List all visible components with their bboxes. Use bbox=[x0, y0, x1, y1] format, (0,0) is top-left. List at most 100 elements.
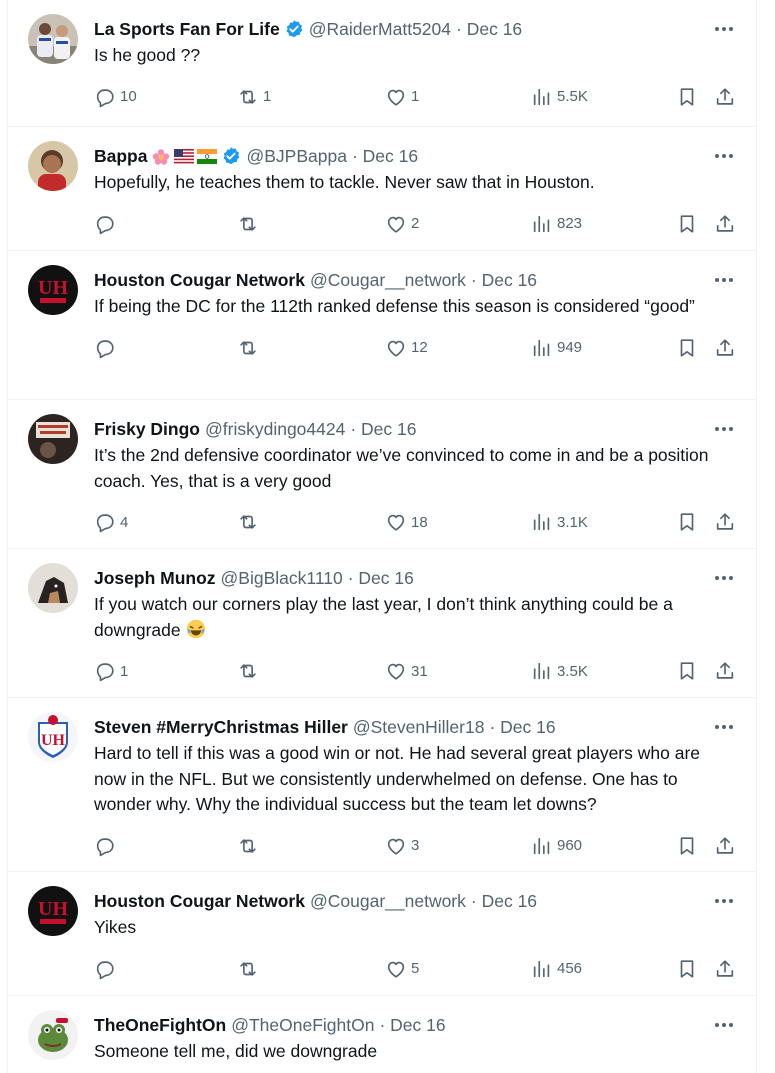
tweet-date[interactable]: · Dec 16 bbox=[352, 143, 418, 169]
share-button[interactable] bbox=[714, 659, 736, 683]
tweet-actions: 4 18 3.1K bbox=[94, 510, 736, 534]
share-button[interactable] bbox=[714, 510, 736, 534]
more-icon[interactable] bbox=[712, 269, 736, 291]
tweet[interactable]: Bappa @BJPBappa · Dec 16 Hopefully, he t… bbox=[8, 127, 756, 251]
author-name[interactable]: Bappa bbox=[94, 143, 147, 169]
uh-logo: UH bbox=[28, 265, 78, 315]
reply-button[interactable] bbox=[94, 336, 120, 360]
more-icon[interactable] bbox=[712, 1014, 736, 1036]
like-icon bbox=[387, 216, 405, 233]
like-button[interactable]: 5 bbox=[385, 957, 419, 981]
tweet-date[interactable]: · Dec 16 bbox=[489, 714, 555, 740]
like-button[interactable]: 2 bbox=[385, 212, 419, 236]
like-button[interactable]: 12 bbox=[385, 336, 428, 360]
retweet-button[interactable] bbox=[237, 834, 263, 858]
author-name[interactable]: Frisky Dingo bbox=[94, 416, 200, 442]
tweet[interactable]: Joseph Munoz @BigBlack1110 · Dec 16 If y… bbox=[8, 549, 756, 698]
more-icon[interactable] bbox=[712, 716, 736, 738]
bookmark-button[interactable] bbox=[676, 510, 698, 534]
author-handle[interactable]: @RaiderMatt5204 bbox=[309, 16, 451, 42]
avatar[interactable] bbox=[28, 14, 78, 64]
tweet-actions: 2 823 bbox=[94, 212, 736, 236]
tweet-date[interactable]: · Dec 16 bbox=[471, 888, 537, 914]
share-button[interactable] bbox=[714, 957, 736, 981]
author-handle[interactable]: @Cougar__network bbox=[310, 267, 466, 293]
more-icon[interactable] bbox=[712, 145, 736, 167]
like-button[interactable]: 3 bbox=[385, 834, 419, 858]
share-button[interactable] bbox=[714, 336, 736, 360]
more-icon[interactable] bbox=[712, 890, 736, 912]
share-button[interactable] bbox=[714, 212, 736, 236]
bookmark-button[interactable] bbox=[676, 834, 698, 858]
author-handle[interactable]: @TheOneFightOn bbox=[231, 1012, 374, 1038]
views-button[interactable]: 960 bbox=[531, 834, 582, 858]
more-icon[interactable] bbox=[712, 418, 736, 440]
like-button[interactable]: 1 bbox=[385, 85, 419, 109]
tweet[interactable]: UH Houston Cougar Network @Cougar__netwo… bbox=[8, 872, 756, 996]
share-button[interactable] bbox=[714, 834, 736, 858]
like-count: 3 bbox=[411, 837, 420, 854]
bookmark-button[interactable] bbox=[676, 85, 698, 109]
retweet-button[interactable] bbox=[237, 510, 263, 534]
retweet-button[interactable] bbox=[237, 659, 263, 683]
tweet[interactable]: UH Houston Cougar Network @Cougar__netwo… bbox=[8, 251, 756, 400]
avatar[interactable]: UH bbox=[28, 712, 78, 762]
more-icon[interactable] bbox=[712, 567, 736, 589]
author-name[interactable]: Joseph Munoz bbox=[94, 565, 216, 591]
like-button[interactable]: 31 bbox=[385, 659, 428, 683]
bookmark-button[interactable] bbox=[676, 957, 698, 981]
bookmark-button[interactable] bbox=[676, 212, 698, 236]
views-button[interactable]: 3.5K bbox=[531, 659, 588, 683]
reply-button[interactable] bbox=[94, 834, 120, 858]
views-button[interactable]: 823 bbox=[531, 212, 582, 236]
author-name[interactable]: TheOneFightOn bbox=[94, 1012, 226, 1038]
avatar[interactable] bbox=[28, 563, 78, 613]
author-handle[interactable]: @BJPBappa bbox=[246, 143, 346, 169]
avatar[interactable]: UH bbox=[28, 265, 78, 315]
reply-button[interactable]: 4 bbox=[94, 510, 128, 534]
reply-button[interactable] bbox=[94, 957, 120, 981]
tweet-date[interactable]: · Dec 16 bbox=[379, 1012, 445, 1038]
tweet[interactable]: Frisky Dingo @friskydingo4424 · Dec 16 I… bbox=[8, 400, 756, 549]
views-button[interactable]: 949 bbox=[531, 336, 582, 360]
views-button[interactable]: 456 bbox=[531, 957, 582, 981]
avatar[interactable]: UH bbox=[28, 886, 78, 936]
avatar[interactable] bbox=[28, 414, 78, 464]
bookmark-button[interactable] bbox=[676, 659, 698, 683]
tweet-date[interactable]: · Dec 16 bbox=[456, 16, 522, 42]
views-button[interactable]: 3.1K bbox=[531, 510, 588, 534]
author-handle[interactable]: @StevenHiller18 bbox=[353, 714, 485, 740]
bookmark-icon bbox=[680, 87, 694, 106]
tweet[interactable]: UH Steven #MerryChristmas Hiller @Steven… bbox=[8, 698, 756, 872]
author-name[interactable]: La Sports Fan For Life bbox=[94, 16, 280, 42]
author-name[interactable]: Steven #MerryChristmas Hiller bbox=[94, 714, 348, 740]
tweet[interactable]: TheOneFightOn @TheOneFightOn · Dec 16 So… bbox=[8, 996, 756, 1073]
author-handle[interactable]: @friskydingo4424 bbox=[205, 416, 345, 442]
author-handle[interactable]: @Cougar__network bbox=[310, 888, 466, 914]
like-icon bbox=[387, 514, 405, 531]
author-handle[interactable]: @BigBlack1110 bbox=[221, 565, 343, 591]
avatar[interactable] bbox=[28, 1010, 78, 1060]
tweet[interactable]: La Sports Fan For Life @RaiderMatt5204 ·… bbox=[8, 0, 756, 127]
share-button[interactable] bbox=[714, 85, 736, 109]
bookmark-button[interactable] bbox=[676, 336, 698, 360]
bookmark-icon bbox=[680, 513, 694, 531]
retweet-button[interactable] bbox=[237, 957, 263, 981]
tweet-date[interactable]: · Dec 16 bbox=[350, 416, 416, 442]
reply-button[interactable]: 1 bbox=[94, 659, 128, 683]
like-button[interactable]: 18 bbox=[385, 510, 428, 534]
views-button[interactable]: 5.5K bbox=[531, 85, 588, 109]
tweet-date[interactable]: · Dec 16 bbox=[348, 565, 414, 591]
retweet-button[interactable] bbox=[237, 336, 263, 360]
reply-button[interactable]: 10 bbox=[94, 85, 137, 109]
views-icon bbox=[533, 339, 550, 356]
avatar[interactable] bbox=[28, 141, 78, 191]
author-name[interactable]: Houston Cougar Network bbox=[94, 267, 305, 293]
tweet-date[interactable]: · Dec 16 bbox=[471, 267, 537, 293]
reply-button[interactable] bbox=[94, 212, 120, 236]
author-name[interactable]: Houston Cougar Network bbox=[94, 888, 305, 914]
retweet-button[interactable]: 1 bbox=[237, 85, 271, 109]
retweet-button[interactable] bbox=[237, 212, 263, 236]
more-icon[interactable] bbox=[712, 18, 736, 40]
reply-icon bbox=[96, 837, 114, 856]
